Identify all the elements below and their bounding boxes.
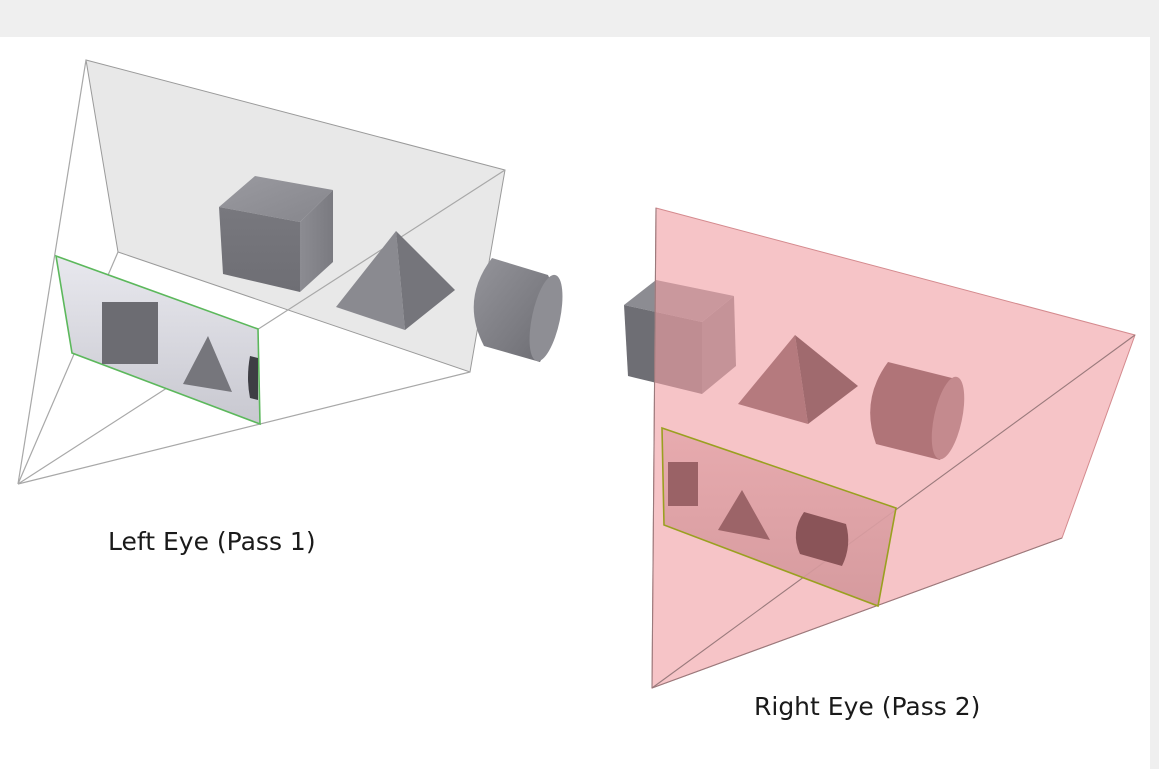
right-eye-frustum [624, 207, 1136, 689]
stereo-frustum-diagram [17, 59, 1136, 689]
left-cube [219, 176, 333, 292]
left-eye-caption: Left Eye (Pass 1) [108, 527, 316, 556]
right-eye-caption: Right Eye (Pass 2) [754, 692, 981, 721]
left-near-cylinder-projection [248, 356, 258, 400]
left-cylinder [473, 258, 563, 362]
right-near-cube-projection [668, 462, 698, 506]
left-near-cube-projection [102, 302, 158, 364]
left-eye-frustum [17, 59, 563, 485]
